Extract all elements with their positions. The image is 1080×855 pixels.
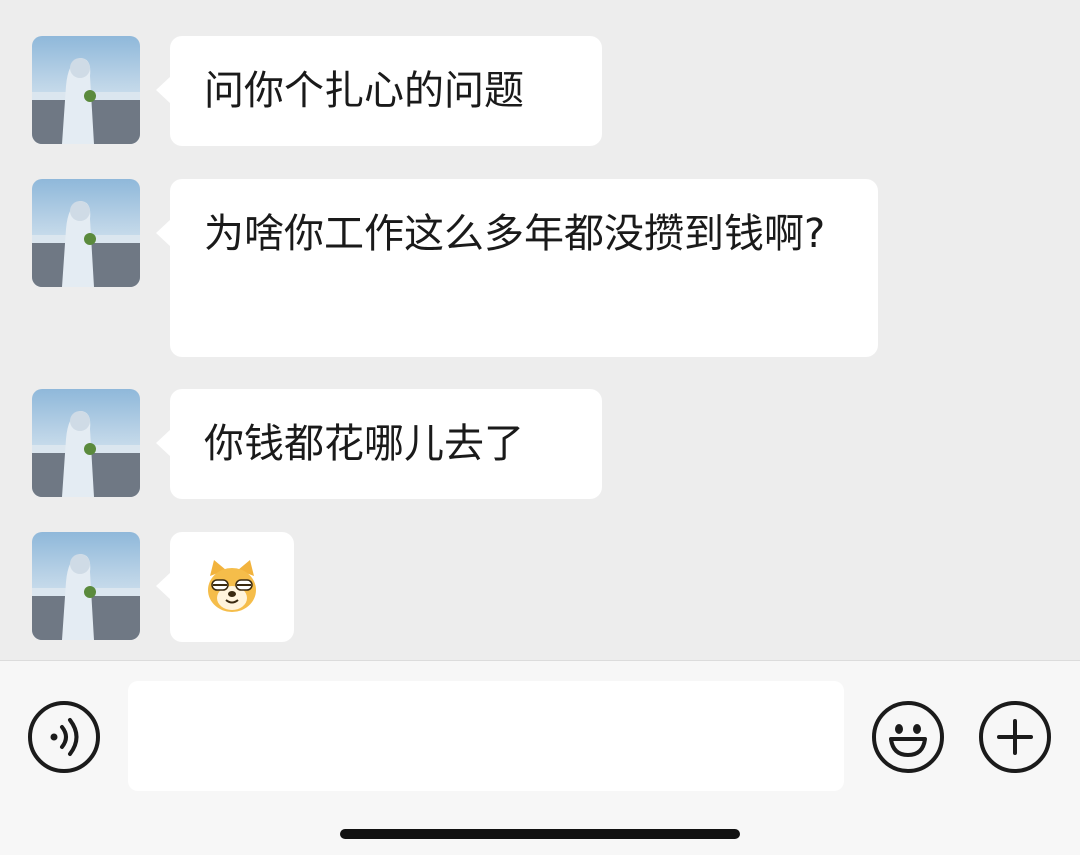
message-row: 为啥你工作这么多年都没攒到钱啊? bbox=[32, 179, 878, 357]
message-bubble[interactable]: 问你个扎心的问题 bbox=[156, 36, 602, 146]
message-text: 为啥你工作这么多年都没攒到钱啊? bbox=[204, 211, 826, 257]
emoji-button[interactable] bbox=[872, 701, 944, 773]
message-row bbox=[32, 532, 294, 642]
message-row: 你钱都花哪儿去了 bbox=[32, 389, 602, 499]
smiley-face-icon bbox=[876, 705, 940, 769]
message-row: 问你个扎心的问题 bbox=[32, 36, 602, 146]
message-bubble[interactable]: 为啥你工作这么多年都没攒到钱啊? bbox=[156, 179, 878, 357]
more-button[interactable] bbox=[979, 701, 1051, 773]
message-bubble[interactable]: 你钱都花哪儿去了 bbox=[156, 389, 602, 499]
contact-avatar[interactable] bbox=[32, 389, 140, 497]
home-indicator bbox=[340, 829, 740, 839]
message-bubble[interactable] bbox=[156, 532, 294, 642]
message-text: 你钱都花哪儿去了 bbox=[204, 421, 524, 467]
message-input[interactable] bbox=[128, 681, 844, 791]
contact-avatar[interactable] bbox=[32, 179, 140, 287]
chat-message-list[interactable]: 问你个扎心的问题 为啥你工作这么多年都没攒到钱啊? 你钱都花哪儿去了 bbox=[0, 0, 1080, 660]
contact-avatar[interactable] bbox=[32, 36, 140, 144]
voice-button[interactable] bbox=[28, 701, 100, 773]
doge-smirk-emoji bbox=[204, 558, 260, 632]
input-bar bbox=[0, 660, 1080, 855]
message-text: 问你个扎心的问题 bbox=[204, 68, 524, 114]
voice-icon bbox=[32, 705, 96, 769]
contact-avatar[interactable] bbox=[32, 532, 140, 640]
plus-icon bbox=[983, 705, 1047, 769]
